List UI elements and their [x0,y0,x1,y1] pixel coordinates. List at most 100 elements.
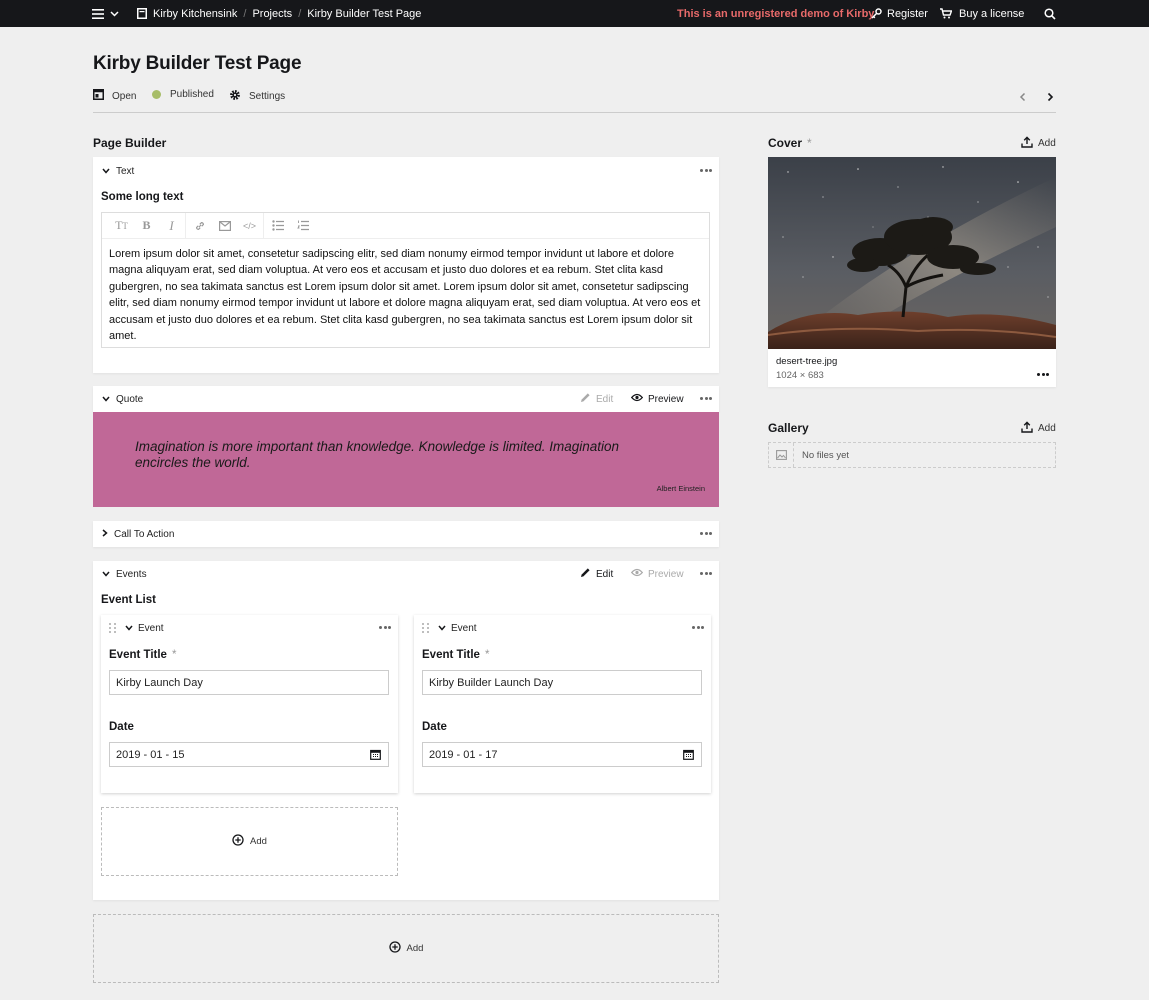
cta-block[interactable]: Call To Action [93,521,719,547]
open-label: Open [112,90,137,102]
event-date-input[interactable]: 2019 - 01 - 15 [109,742,389,767]
events-block-header[interactable]: Events [93,561,719,587]
code-icon[interactable]: </> [237,213,262,239]
event-date-input[interactable]: 2019 - 01 - 17 [422,742,702,767]
bold-icon[interactable]: B [134,213,159,239]
event-item-header[interactable]: Event [414,615,711,641]
demo-notice[interactable]: This is an unregistered demo of Kirby [677,0,874,27]
events-edit-button[interactable]: Edit [580,561,613,587]
breadcrumb-projects[interactable]: Projects [252,8,292,20]
event-date-label: Date [422,721,447,733]
email-icon[interactable] [212,213,237,239]
quote-block-header[interactable]: Quote Edit Preview [93,386,719,412]
search-icon [1044,7,1056,20]
text-field-label: Some long text [101,191,184,203]
open-button[interactable]: Open [93,89,136,103]
calendar-icon[interactable] [683,749,694,763]
page-builder-label: Page Builder [93,136,167,150]
more-options-icon[interactable] [1037,373,1049,377]
cta-block-title: Call To Action [114,528,175,540]
rich-text-editor[interactable]: TT B I </> Lorem ipsum dolor sit amet, c… [101,212,710,348]
event-item: Event Event Title * Kirby Builder Launch … [414,615,711,793]
eye-icon [630,393,644,405]
add-event-button[interactable]: Add [101,807,398,876]
event-item-title: Event [138,622,164,634]
gallery-label: Gallery [768,421,809,435]
add-block-button[interactable]: Add [93,914,719,983]
events-preview-label: Preview [648,568,684,580]
more-options-icon[interactable] [692,626,704,630]
previous-page-button[interactable] [1018,90,1028,105]
quote-text: Imagination is more important than knowl… [135,439,620,470]
pencil-icon [580,567,591,581]
gear-icon [229,89,241,104]
event-date-value: 2019 - 01 - 15 [116,748,185,761]
cover-image[interactable] [768,157,1056,349]
chevron-right-icon [1045,90,1055,105]
chevron-right-icon [102,528,108,540]
cover-dimensions: 1024 × 683 [776,370,824,381]
add-circle-icon [232,834,244,849]
event-title-input[interactable]: Kirby Builder Launch Day [422,670,702,695]
events-preview-button[interactable]: Preview [630,561,684,587]
more-options-icon[interactable] [379,626,391,630]
cover-add-label: Add [1038,138,1056,149]
ordered-list-icon[interactable] [290,213,315,239]
event-date-value: 2019 - 01 - 17 [429,748,498,761]
event-title-input[interactable]: Kirby Launch Day [109,670,389,695]
event-title-label: Event Title * [109,649,177,661]
register-button[interactable]: Register [871,0,928,27]
text-block-title: Text [116,165,135,177]
cover-filename[interactable]: desert-tree.jpg [776,356,837,367]
more-options-icon[interactable] [700,397,712,401]
breadcrumb-site[interactable]: Kirby Kitchensink [153,8,237,20]
event-item-header[interactable]: Event [101,615,398,641]
quote-edit-button[interactable]: Edit [580,386,613,412]
pencil-icon [580,392,591,406]
cover-label: Cover * [768,136,812,150]
headings-icon[interactable]: TT [109,213,134,239]
chevron-down-icon [102,394,110,405]
chevron-down-icon [102,166,110,177]
events-block-title: Events [116,568,147,580]
breadcrumb: Kirby Kitchensink / Projects / Kirby Bui… [137,0,421,27]
gallery-add-label: Add [1038,423,1056,434]
italic-icon[interactable]: I [159,213,184,239]
upload-icon [1021,136,1033,151]
link-icon[interactable] [187,213,212,239]
more-options-icon[interactable] [700,572,712,576]
editor-content[interactable]: Lorem ipsum dolor sit amet, consetetur s… [109,246,705,344]
status-button[interactable]: Published [152,89,214,100]
text-block: Text Some long text TT B I </> Lorem ips… [93,157,719,373]
drag-handle-icon[interactable] [422,623,430,633]
buy-license-button[interactable]: Buy a license [940,0,1024,27]
settings-label: Settings [249,91,286,102]
page-title: Kirby Builder Test Page [93,53,302,74]
bullet-list-icon[interactable] [265,213,290,239]
next-page-button[interactable] [1045,90,1055,105]
register-label: Register [887,7,928,20]
breadcrumb-current-page[interactable]: Kirby Builder Test Page [307,8,421,20]
event-title-label: Event Title * [422,649,490,661]
quote-preview: Imagination is more important than knowl… [93,412,719,507]
cover-add-button[interactable]: Add [1021,136,1056,151]
search-button[interactable] [1044,0,1056,27]
text-block-header[interactable]: Text [93,157,719,185]
gallery-empty-text: No files yet [802,449,849,461]
gallery-empty-state[interactable]: No files yet [768,442,1056,468]
drag-handle-icon[interactable] [109,623,117,633]
add-block-label: Add [406,943,424,954]
events-block: Events Edit Preview Event List Event Eve… [93,561,719,900]
more-options-icon[interactable] [700,169,712,173]
quote-preview-button[interactable]: Preview [630,386,684,412]
image-icon [769,443,794,467]
calendar-icon[interactable] [370,749,381,763]
menu-button[interactable] [92,0,119,27]
quote-block-title: Quote [116,393,144,405]
cart-icon [940,8,952,19]
settings-button[interactable]: Settings [229,89,285,104]
more-options-icon[interactable] [700,532,712,536]
quote-author: Albert Einstein [656,484,705,493]
gallery-add-button[interactable]: Add [1021,421,1056,436]
hamburger-icon [92,8,104,19]
